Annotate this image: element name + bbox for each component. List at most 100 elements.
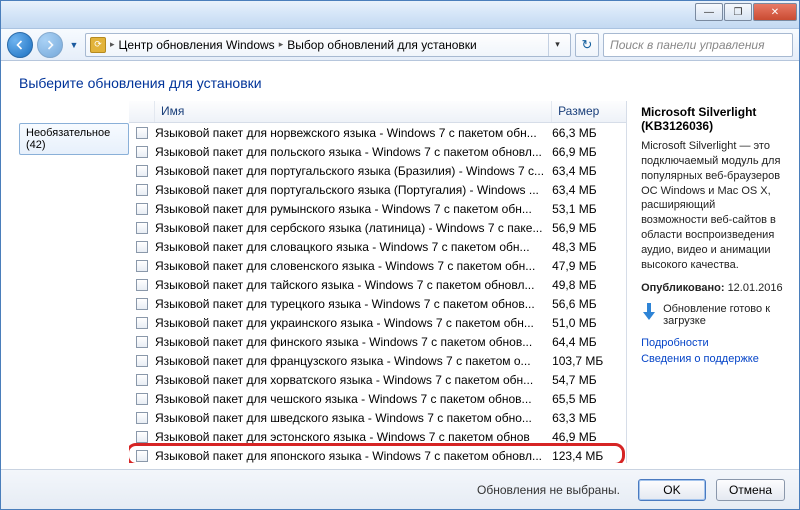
row-checkbox[interactable] [129,260,155,272]
row-name: Языковой пакет для французского языка - … [155,354,552,368]
row-checkbox[interactable] [129,184,155,196]
table-row[interactable]: Языковой пакет для словацкого языка - Wi… [129,237,626,256]
chevron-right-icon: ▸ [277,39,286,50]
table-row[interactable]: Языковой пакет для турецкого языка - Win… [129,294,626,313]
breadcrumb-dropdown[interactable]: ▾ [548,34,566,56]
row-checkbox[interactable] [129,203,155,215]
row-name: Языковой пакет для сербского языка (лати… [155,221,552,235]
table-row[interactable]: Языковой пакет для французского языка - … [129,351,626,370]
table-row[interactable]: Языковой пакет для польского языка - Win… [129,142,626,161]
nav-history-dropdown[interactable]: ▼ [67,40,81,50]
minimize-button[interactable]: — [695,3,723,21]
breadcrumb-seg-2[interactable]: Выбор обновлений для установки [287,38,477,52]
row-size: 65,5 МБ [552,392,622,406]
close-button[interactable]: ✕ [753,3,797,21]
row-size: 46,9 МБ [552,430,622,444]
nav-forward-button[interactable] [37,32,63,58]
row-checkbox[interactable] [129,412,155,424]
row-name: Языковой пакет для словацкого языка - Wi… [155,240,552,254]
details-title: Microsoft Silverlight (KB3126036) [641,105,783,133]
row-size: 51,0 МБ [552,316,622,330]
row-name: Языковой пакет для хорватского языка - W… [155,373,552,387]
category-column: Необязательное (42) [19,101,129,463]
table-row[interactable]: Языковой пакет для шведского языка - Win… [129,408,626,427]
table-row[interactable]: Языковой пакет для сербского языка (лати… [129,218,626,237]
titlebar: — ❐ ✕ [1,1,799,29]
details-description: Microsoft Silverlight — это подключаемый… [641,139,783,273]
row-checkbox[interactable] [129,393,155,405]
row-checkbox[interactable] [129,241,155,253]
row-checkbox[interactable] [129,298,155,310]
row-checkbox[interactable] [129,374,155,386]
row-name: Языковой пакет для румынского языка - Wi… [155,202,552,216]
navbar: ▼ ⟳ ▸ Центр обновления Windows ▸ Выбор о… [1,29,799,61]
row-size: 63,3 МБ [552,411,622,425]
table-row[interactable]: Языковой пакет для тайского языка - Wind… [129,275,626,294]
row-name: Языковой пакет для португальского языка … [155,164,552,178]
row-size: 56,6 МБ [552,297,622,311]
details-link-support[interactable]: Сведения о поддержке [641,353,783,365]
row-size: 53,1 МБ [552,202,622,216]
row-checkbox[interactable] [129,450,155,462]
row-checkbox[interactable] [129,317,155,329]
row-checkbox[interactable] [129,222,155,234]
row-name: Языковой пакет для японского языка - Win… [155,449,552,463]
nav-back-button[interactable] [7,32,33,58]
row-checkbox[interactable] [129,336,155,348]
table-row[interactable]: Языковой пакет для финского языка - Wind… [129,332,626,351]
row-checkbox[interactable] [129,165,155,177]
cancel-button[interactable]: Отмена [716,479,785,501]
table-row[interactable]: Языковой пакет для эстонского языка - Wi… [129,427,626,446]
refresh-button[interactable]: ↻ [575,33,599,57]
table-row[interactable]: Языковой пакет для португальского языка … [129,180,626,199]
row-size: 49,8 МБ [552,278,622,292]
row-size: 63,4 МБ [552,183,622,197]
header-size[interactable]: Размер [552,101,626,122]
row-size: 66,3 МБ [552,126,622,140]
ok-button[interactable]: OK [638,479,706,501]
table-row[interactable]: Языковой пакет для норвежского языка - W… [129,123,626,142]
table-row[interactable]: Языковой пакет для чешского языка - Wind… [129,389,626,408]
status-text: Обновления не выбраны. [477,483,620,497]
row-checkbox[interactable] [129,431,155,443]
row-name: Языковой пакет для украинского языка - W… [155,316,552,330]
search-placeholder: Поиск в панели управления [610,38,765,52]
maximize-button[interactable]: ❐ [724,3,752,21]
row-name: Языковой пакет для тайского языка - Wind… [155,278,552,292]
list-body[interactable]: Языковой пакет для норвежского языка - W… [129,123,626,463]
header-checkbox-col[interactable] [129,101,155,122]
breadcrumb-seg-1[interactable]: Центр обновления Windows [119,38,275,52]
row-size: 56,9 МБ [552,221,622,235]
details-link-more[interactable]: Подробности [641,337,783,349]
windows-update-icon: ⟳ [90,37,106,53]
row-size: 103,7 МБ [552,354,622,368]
table-row[interactable]: Языковой пакет для португальского языка … [129,161,626,180]
details-panel: Microsoft Silverlight (KB3126036) Micros… [627,101,787,463]
row-name: Языковой пакет для эстонского языка - Wi… [155,430,552,444]
table-row[interactable]: Языковой пакет для японского языка - Win… [129,446,626,463]
content-area: Выберите обновления для установки Необяз… [1,61,799,469]
row-size: 54,7 МБ [552,373,622,387]
updates-list: Имя Размер Языковой пакет для норвежског… [129,101,627,463]
header-name[interactable]: Имя [155,101,552,122]
bottom-bar: Обновления не выбраны. OK Отмена [1,469,799,509]
row-name: Языковой пакет для польского языка - Win… [155,145,552,159]
category-optional[interactable]: Необязательное (42) [19,123,129,155]
row-name: Языковой пакет для словенского языка - W… [155,259,552,273]
download-arrow-icon [641,303,657,321]
row-checkbox[interactable] [129,279,155,291]
table-row[interactable]: Языковой пакет для словенского языка - W… [129,256,626,275]
search-input[interactable]: Поиск в панели управления [603,33,793,57]
table-row[interactable]: Языковой пакет для хорватского языка - W… [129,370,626,389]
row-checkbox[interactable] [129,355,155,367]
table-row[interactable]: Языковой пакет для румынского языка - Wi… [129,199,626,218]
row-name: Языковой пакет для чешского языка - Wind… [155,392,552,406]
details-ready-line: Обновление готово к загрузке [641,303,783,327]
row-size: 123,4 МБ [552,449,622,463]
row-size: 64,4 МБ [552,335,622,349]
table-row[interactable]: Языковой пакет для украинского языка - W… [129,313,626,332]
row-checkbox[interactable] [129,127,155,139]
row-checkbox[interactable] [129,146,155,158]
breadcrumb[interactable]: ⟳ ▸ Центр обновления Windows ▸ Выбор обн… [85,33,571,57]
row-name: Языковой пакет для норвежского языка - W… [155,126,552,140]
